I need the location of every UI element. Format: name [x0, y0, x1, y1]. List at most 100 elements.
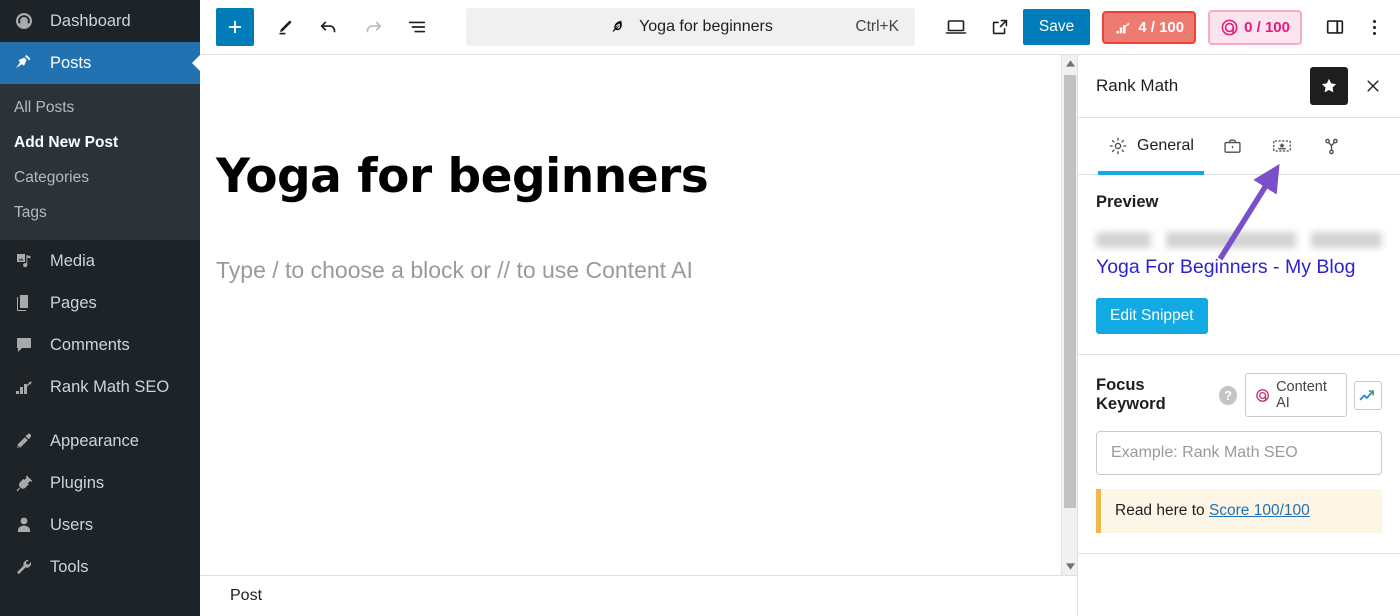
close-panel-button[interactable]	[1360, 73, 1386, 99]
preview-button[interactable]	[979, 6, 1021, 48]
list-view-icon	[408, 21, 426, 33]
editor-content-wrapper: Yoga for beginners Type / to choose a bl…	[208, 55, 1035, 284]
snippet-title[interactable]: Yoga For Beginners - My Blog	[1096, 254, 1382, 280]
command-center-shortcut: Ctrl+K	[855, 18, 899, 35]
sidebar-item-label: Tools	[50, 557, 89, 576]
external-link-icon	[992, 19, 1008, 35]
sidebar-subitem-all-posts[interactable]: All Posts	[0, 90, 200, 125]
content-ai-icon	[1221, 19, 1238, 35]
undo-icon	[320, 21, 336, 33]
sidebar-item-media[interactable]: Media	[0, 240, 200, 282]
editor-status-bar: Post	[200, 575, 1077, 616]
wordpress-block-editor: Dashboard Posts All Posts Add New Post C…	[0, 0, 1400, 616]
pin-icon	[14, 52, 40, 74]
document-type-label[interactable]: Post	[230, 587, 262, 605]
sidebar-item-tools[interactable]: Tools	[0, 546, 200, 588]
content-ai-button-label: Content AI	[1276, 379, 1327, 412]
content-ai-score-badge[interactable]: 0 / 100	[1208, 9, 1302, 45]
sidebar-subitem-add-new-post[interactable]: Add New Post	[0, 125, 200, 160]
add-block-button[interactable]	[216, 8, 254, 46]
feather-icon	[612, 20, 622, 32]
schema-icon	[1271, 135, 1293, 157]
wp-admin-sidebar: Dashboard Posts All Posts Add New Post C…	[0, 0, 200, 616]
score-notice-text: Read here to	[1115, 502, 1209, 520]
editor-main-column: Yoga for beginners Ctrl+K Save 4 / 100 0…	[200, 0, 1400, 616]
more-options-button[interactable]	[1358, 8, 1390, 46]
sidebar-item-label: Dashboard	[50, 11, 131, 30]
scroll-down-arrow[interactable]	[1062, 558, 1077, 575]
command-center-button[interactable]: Yoga for beginners Ctrl+K	[466, 8, 915, 46]
redo-button[interactable]	[352, 6, 394, 48]
panel-title: Rank Math	[1096, 76, 1179, 95]
tools-icon	[14, 556, 40, 578]
sidebar-toggle-icon	[1326, 20, 1344, 34]
rank-math-panel-header: Rank Math	[1078, 55, 1400, 118]
tools-pencil-button[interactable]	[264, 6, 306, 48]
edit-snippet-button[interactable]: Edit Snippet	[1096, 298, 1208, 335]
media-icon	[14, 250, 40, 272]
sidebar-item-label: Media	[50, 251, 95, 270]
pencil-icon	[279, 20, 292, 35]
scrollbar-thumb[interactable]	[1064, 75, 1076, 508]
sidebar-item-label: Comments	[50, 335, 130, 354]
focus-keyword-input[interactable]	[1096, 431, 1382, 476]
redo-icon	[366, 21, 382, 33]
dashboard-icon	[14, 10, 40, 32]
seo-score-badge[interactable]: 4 / 100	[1102, 10, 1197, 44]
content-ai-button[interactable]: Content AI	[1244, 373, 1347, 418]
list-view-button[interactable]	[396, 6, 438, 48]
posts-submenu: All Posts Add New Post Categories Tags	[0, 84, 200, 240]
save-button[interactable]: Save	[1022, 9, 1091, 45]
undo-button[interactable]	[308, 6, 350, 48]
sidebar-item-label: Posts	[50, 53, 92, 72]
tab-advanced[interactable]	[1208, 118, 1257, 174]
help-icon[interactable]: ?	[1219, 385, 1237, 405]
tab-schema[interactable]	[1257, 118, 1307, 174]
editor-toolbar: Yoga for beginners Ctrl+K Save 4 / 100 0…	[200, 0, 1400, 55]
sidebar-item-label: Pages	[50, 293, 97, 312]
sidebar-item-users[interactable]: Users	[0, 504, 200, 546]
scroll-up-arrow[interactable]	[1062, 55, 1077, 72]
sidebar-item-dashboard[interactable]: Dashboard	[0, 0, 200, 42]
editor-canvas[interactable]: Yoga for beginners Type / to choose a bl…	[200, 55, 1077, 575]
sidebar-item-rank-math-seo[interactable]: Rank Math SEO	[0, 366, 200, 408]
snippet-preview-section: Preview Yoga For Beginners - My Blog Edi…	[1078, 175, 1400, 356]
sidebar-item-comments[interactable]: Comments	[0, 324, 200, 366]
sidebar-item-appearance[interactable]: Appearance	[0, 420, 200, 462]
view-button[interactable]	[935, 6, 977, 48]
tab-general[interactable]: General	[1094, 118, 1208, 175]
sidebar-item-label: Appearance	[50, 431, 139, 450]
rank-math-icon	[14, 376, 40, 398]
briefcase-icon	[1222, 136, 1243, 157]
focus-keyword-actions: Content AI	[1244, 373, 1382, 418]
rank-math-panel: Rank Math General Preview Yoga For Begin…	[1078, 55, 1400, 616]
pin-favorite-button[interactable]	[1310, 67, 1348, 105]
focus-keyword-label: Focus Keyword	[1096, 376, 1166, 414]
star-icon	[1321, 78, 1337, 93]
sidebar-subitem-categories[interactable]: Categories	[0, 160, 200, 195]
post-body-placeholder[interactable]: Type / to choose a block or // to use Co…	[208, 204, 1035, 284]
sidebar-item-label: Plugins	[50, 473, 105, 492]
sidebar-divider	[0, 408, 200, 420]
comments-icon	[14, 334, 40, 356]
score-notice-link[interactable]: Score 100/100	[1209, 502, 1310, 519]
sidebar-item-plugins[interactable]: Plugins	[0, 462, 200, 504]
sidebar-item-pages[interactable]: Pages	[0, 282, 200, 324]
sidebar-subitem-tags[interactable]: Tags	[0, 195, 200, 230]
tab-social[interactable]	[1307, 118, 1356, 174]
gear-icon	[1108, 136, 1128, 156]
keyword-trend-button[interactable]	[1353, 380, 1382, 410]
command-center-title: Yoga for beginners	[639, 18, 773, 35]
focus-keyword-section: Focus Keyword ? Content AI Example: Rank…	[1078, 355, 1400, 555]
sidebar-item-posts[interactable]: Posts	[0, 42, 200, 84]
panel-header-actions	[1310, 67, 1386, 105]
users-icon	[14, 514, 40, 536]
plugins-icon	[14, 472, 40, 494]
content-ai-icon	[1256, 388, 1269, 402]
editor-scrollbar[interactable]	[1061, 55, 1077, 575]
tab-general-label: General	[1137, 137, 1194, 154]
post-title-field[interactable]: Yoga for beginners	[208, 55, 1035, 204]
pages-icon	[14, 292, 40, 314]
settings-panel-toggle-button[interactable]	[1316, 8, 1354, 46]
chevron-up-icon	[1065, 60, 1075, 67]
